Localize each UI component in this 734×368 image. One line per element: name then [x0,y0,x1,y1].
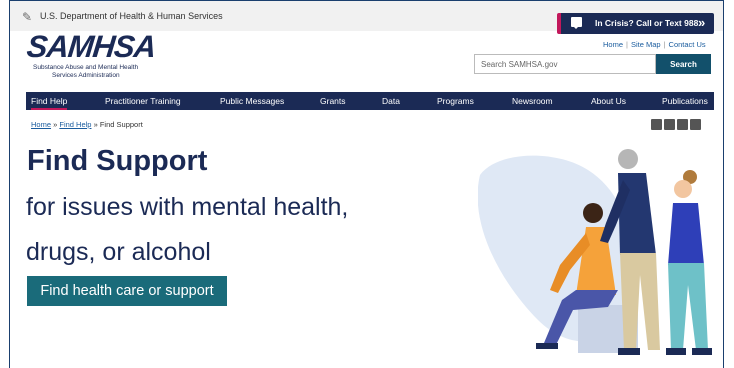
hhs-eagle-icon: ✎ [22,10,33,24]
twitter-icon[interactable] [664,119,675,130]
crisis-button[interactable]: In Crisis? Call or Text 988 » [557,13,714,34]
nav-public-messages[interactable]: Public Messages [220,96,284,106]
utility-separator: | [663,40,666,49]
frame-left-border [9,0,10,368]
breadcrumb-separator: » [93,120,98,129]
illustration-elder-shoe [618,348,640,355]
samhsa-logo[interactable]: SAMHSA [25,29,157,64]
nav-grants[interactable]: Grants [320,96,346,106]
page-title: Find Support [27,145,208,177]
hero-subtitle-line2: drugs, or alcohol [26,238,211,266]
nav-publications[interactable]: Publications [662,96,708,106]
illustration-woman-head [674,180,692,198]
illustration-seated-shoe [536,343,558,349]
email-icon[interactable] [677,119,688,130]
illustration-woman-shoe [666,348,686,355]
breadcrumb: Home » Find Help » Find Support [31,120,143,129]
share-icons [651,119,701,130]
utility-separator: | [626,40,628,49]
breadcrumb-find-help[interactable]: Find Help [59,120,91,129]
illustration-elder-legs [620,253,660,350]
breadcrumb-current: Find Support [99,120,143,129]
illustration-elder-head [618,149,638,169]
print-icon[interactable] [690,119,701,130]
illustration-woman-body [668,203,704,265]
chat-bubble-icon [571,17,582,29]
gov-banner-text: U.S. Department of Health & Human Servic… [40,11,223,21]
people-illustration [478,149,712,355]
main-nav: Find Help Practitioner Training Public M… [26,92,714,110]
utility-links: Home | Site Map | Contact Us [603,40,706,49]
nav-data[interactable]: Data [382,96,400,106]
search-input[interactable] [474,54,656,74]
nav-find-help[interactable]: Find Help [31,96,68,110]
illustration-woman-shoe [692,348,712,355]
illustration-seated-head [583,203,603,223]
breadcrumb-home[interactable]: Home [31,120,51,129]
facebook-icon[interactable] [651,119,662,130]
nav-practitioner-training[interactable]: Practitioner Training [105,96,181,106]
nav-newsroom[interactable]: Newsroom [512,96,553,106]
nav-programs[interactable]: Programs [437,96,474,106]
double-chevron-right-icon: » [698,15,706,30]
utility-link-contact-us[interactable]: Contact Us [669,40,706,49]
find-care-button[interactable]: Find health care or support [27,276,227,306]
crisis-label: In Crisis? Call or Text 988 [595,18,699,28]
search-button[interactable]: Search [656,54,711,74]
utility-link-site-map[interactable]: Site Map [631,40,661,49]
hero-subtitle-line1: for issues with mental health, [26,193,349,221]
logo-subtitle-line2: Services Administration [52,72,120,79]
logo-subtitle-line1: Substance Abuse and Mental Health [33,64,139,71]
nav-about-us[interactable]: About Us [591,96,626,106]
breadcrumb-separator: » [53,120,58,129]
frame-right-border [723,0,724,368]
utility-link-home[interactable]: Home [603,40,623,49]
illustration-woman-legs [668,263,708,350]
